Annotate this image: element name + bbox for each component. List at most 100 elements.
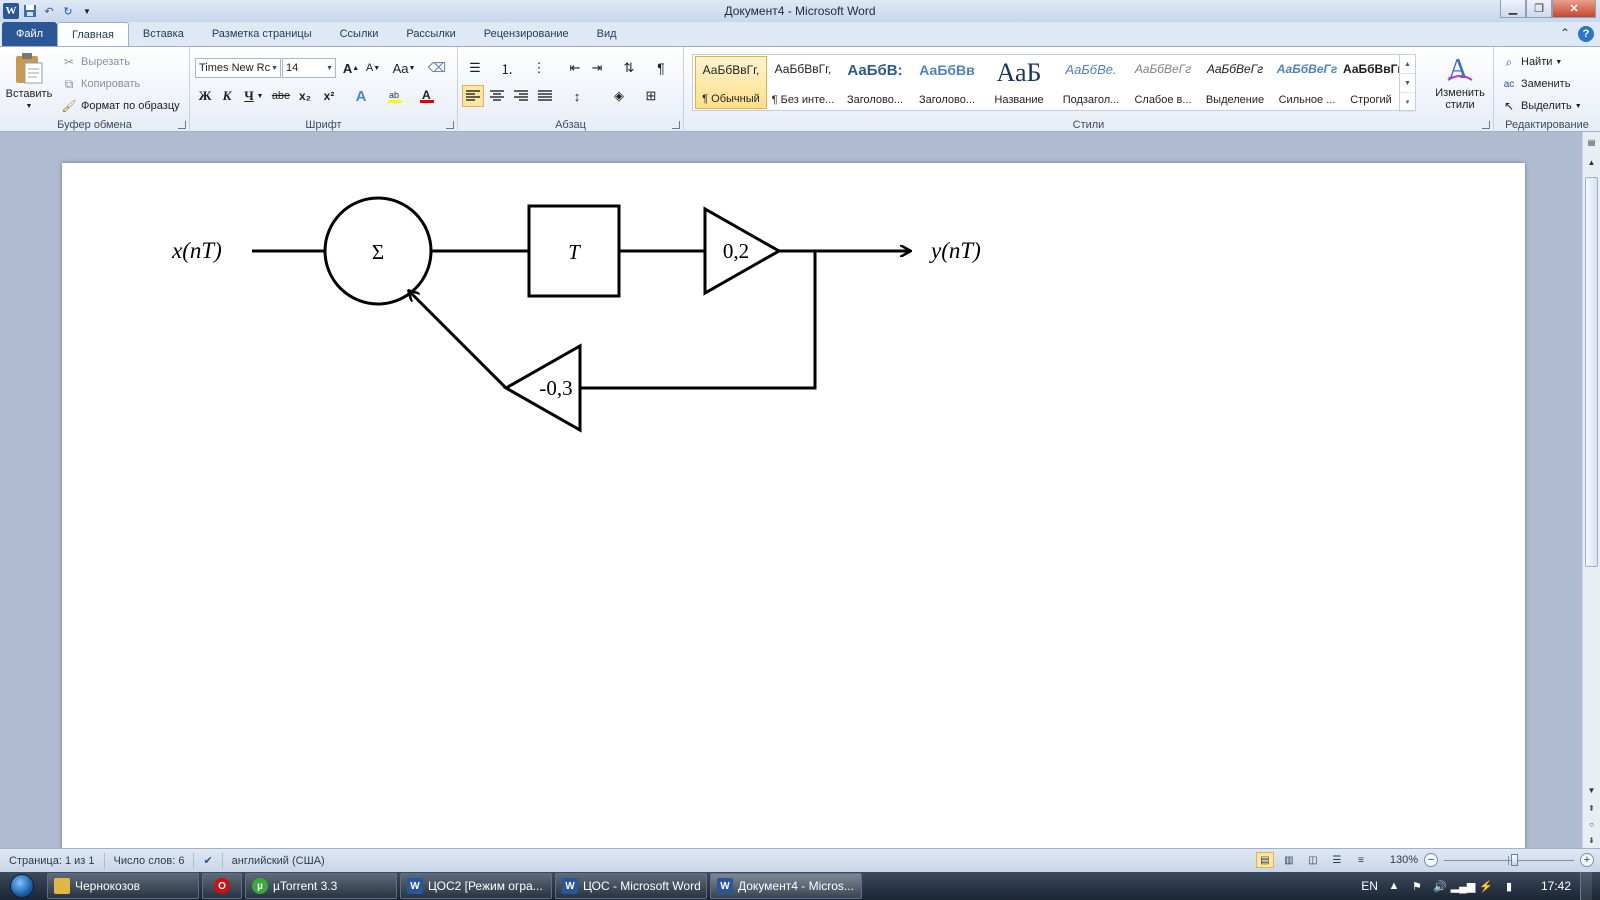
sort-icon[interactable]: ⇅: [618, 57, 640, 79]
decrease-indent-icon[interactable]: ⇤: [564, 57, 586, 79]
draft-icon[interactable]: ≡: [1352, 852, 1370, 868]
vertical-scrollbar[interactable]: ▤ ▲ ▼ ⇞ ○ ⇟: [1582, 132, 1600, 848]
tab-mailings[interactable]: Рассылки: [392, 22, 469, 46]
styles-gallery-scroll[interactable]: ▲ ▼ ▾: [1399, 55, 1415, 112]
justify-icon[interactable]: [534, 85, 556, 107]
tab-home[interactable]: Главная: [57, 22, 129, 46]
multilevel-list-icon[interactable]: ⋮: [528, 57, 550, 79]
ruler-toggle-icon[interactable]: ▤: [1583, 134, 1600, 150]
style-emphasis[interactable]: АаБбВеГг Выделение: [1199, 56, 1271, 109]
align-center-icon[interactable]: [486, 85, 508, 107]
minimize-button[interactable]: ▁: [1500, 0, 1526, 18]
outline-icon[interactable]: ☰: [1328, 852, 1346, 868]
help-icon[interactable]: ?: [1578, 26, 1594, 42]
subscript-button[interactable]: x₂: [294, 85, 316, 107]
style-intense-emphasis[interactable]: АаБбВеГг Сильное ...: [1271, 56, 1343, 109]
customize-qat-icon[interactable]: ▼: [79, 3, 95, 19]
format-painter-button[interactable]: 🖌 Формат по образцу: [60, 97, 179, 115]
taskbar-item-word-tsos2[interactable]: W ЦОС2 [Режим огра...: [400, 873, 552, 899]
tab-file[interactable]: Файл: [2, 22, 58, 46]
change-case-button[interactable]: Aa ▼: [390, 57, 418, 79]
font-dialog-launcher[interactable]: [446, 121, 454, 129]
scroll-up-icon[interactable]: ▲: [1583, 154, 1600, 170]
gallery-up-icon[interactable]: ▲: [1400, 55, 1415, 74]
network-icon[interactable]: ▂▄▆: [1451, 879, 1476, 893]
taskbar-item-explorer[interactable]: Чернокозов: [47, 873, 199, 899]
restore-button[interactable]: ❐: [1526, 0, 1552, 18]
font-size-select[interactable]: 14 ▼: [282, 58, 336, 78]
cut-button[interactable]: ✂ Вырезать: [60, 53, 130, 71]
print-layout-icon[interactable]: ▤: [1255, 852, 1274, 868]
web-layout-icon[interactable]: ◫: [1304, 852, 1322, 868]
shrink-font-button[interactable]: A ▼: [362, 57, 384, 79]
align-left-icon[interactable]: [462, 85, 484, 107]
superscript-button[interactable]: x²: [318, 85, 340, 107]
full-screen-reading-icon[interactable]: ▥: [1280, 852, 1298, 868]
show-marks-button[interactable]: ¶: [650, 57, 672, 79]
font-family-select[interactable]: Times New Rc ▼: [195, 58, 281, 78]
redo-icon[interactable]: ↻: [60, 3, 76, 19]
strikethrough-button[interactable]: abe: [270, 85, 292, 107]
save-icon[interactable]: [22, 3, 38, 19]
tab-page-layout[interactable]: Разметка страницы: [198, 22, 326, 46]
word-logo-icon[interactable]: W: [3, 3, 19, 19]
start-button[interactable]: [0, 872, 44, 900]
language-indicator[interactable]: английский (США): [223, 853, 334, 869]
flag-icon[interactable]: ⚑: [1410, 879, 1424, 893]
styles-dialog-launcher[interactable]: [1482, 121, 1490, 129]
undo-icon[interactable]: ↶: [41, 3, 57, 19]
browse-object-icon[interactable]: ○: [1583, 816, 1600, 832]
style-title[interactable]: АаБ Название: [983, 56, 1055, 109]
grow-font-button[interactable]: A ▲: [340, 57, 362, 79]
taskbar-item-utorrent[interactable]: µ µTorrent 3.3: [245, 873, 397, 899]
style-normal[interactable]: АаБбВвГг, ¶ Обычный: [695, 56, 767, 109]
underline-dropdown-icon[interactable]: ▼: [254, 85, 266, 107]
paste-button[interactable]: Вставить ▼: [4, 51, 54, 110]
change-styles-button[interactable]: A Изменить стили: [1428, 52, 1492, 111]
borders-icon[interactable]: ⊞: [640, 85, 662, 107]
text-effects-icon[interactable]: A: [350, 85, 372, 107]
gallery-down-icon[interactable]: ▼: [1400, 74, 1415, 93]
scroll-down-icon[interactable]: ▼: [1583, 782, 1600, 798]
italic-button[interactable]: К: [216, 85, 238, 107]
close-button[interactable]: ✕: [1552, 0, 1596, 18]
battery-icon[interactable]: ▮: [1502, 879, 1516, 893]
find-button[interactable]: ⌕ Найти ▼: [1500, 53, 1563, 71]
tab-view[interactable]: Вид: [583, 22, 631, 46]
next-page-icon[interactable]: ⇟: [1583, 832, 1600, 848]
proofing-icon[interactable]: ✔: [194, 852, 223, 869]
font-color-icon[interactable]: A: [416, 85, 438, 107]
style-subtitle[interactable]: АаБбВе. Подзагол...: [1055, 56, 1127, 109]
taskbar-item-word-tsos[interactable]: W ЦОС - Microsoft Word: [555, 873, 707, 899]
zoom-in-icon[interactable]: +: [1580, 853, 1594, 867]
style-strong[interactable]: АаБбВвГг, Строгий: [1343, 56, 1399, 109]
tab-references[interactable]: Ссылки: [326, 22, 393, 46]
replace-button[interactable]: ac Заменить: [1500, 75, 1571, 93]
language-bar[interactable]: EN: [1361, 879, 1378, 893]
zoom-level[interactable]: 130%: [1390, 854, 1418, 866]
scroll-thumb[interactable]: [1585, 177, 1598, 567]
style-heading-2[interactable]: АаБбВв Заголово...: [911, 56, 983, 109]
gallery-more-icon[interactable]: ▾: [1400, 93, 1415, 112]
clock[interactable]: 17:42: [1541, 879, 1571, 893]
style-subtle-emphasis[interactable]: АаБбВеГг Слабое в...: [1127, 56, 1199, 109]
increase-indent-icon[interactable]: ⇥: [586, 57, 608, 79]
zoom-out-icon[interactable]: −: [1424, 853, 1438, 867]
minimize-ribbon-icon[interactable]: ⌃: [1560, 26, 1570, 42]
clipboard-dialog-launcher[interactable]: [178, 121, 186, 129]
tab-insert[interactable]: Вставка: [129, 22, 198, 46]
bold-button[interactable]: Ж: [194, 85, 216, 107]
power-icon[interactable]: ⚡: [1479, 879, 1493, 893]
highlight-icon[interactable]: ab: [384, 85, 406, 107]
copy-button[interactable]: ⧉ Копировать: [60, 75, 141, 93]
taskbar-item-opera[interactable]: O: [202, 873, 242, 899]
line-spacing-icon[interactable]: ↕: [566, 85, 588, 107]
previous-page-icon[interactable]: ⇞: [1583, 800, 1600, 816]
taskbar-item-word-doc4[interactable]: W Документ4 - Micros...: [710, 873, 862, 899]
tab-review[interactable]: Рецензирование: [470, 22, 583, 46]
shading-icon[interactable]: ◈: [608, 85, 630, 107]
style-no-spacing[interactable]: АаБбВвГг, ¶ Без инте...: [767, 56, 839, 109]
numbering-icon[interactable]: ⒈: [496, 57, 518, 79]
paragraph-dialog-launcher[interactable]: [672, 121, 680, 129]
style-heading-1[interactable]: АаБбВ: Заголово...: [839, 56, 911, 109]
